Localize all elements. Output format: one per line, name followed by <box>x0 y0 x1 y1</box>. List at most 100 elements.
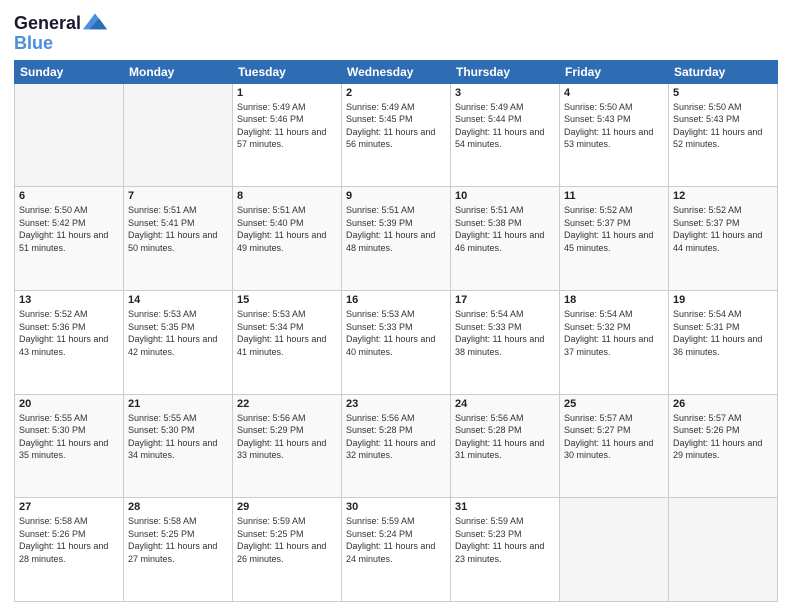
calendar-week: 13 Sunrise: 5:52 AMSunset: 5:36 PMDaylig… <box>15 290 778 394</box>
day-number: 21 <box>128 398 228 410</box>
day-info: Sunrise: 5:53 AMSunset: 5:34 PMDaylight:… <box>237 308 337 358</box>
logo-text: General <box>14 14 81 34</box>
calendar-day: 19 Sunrise: 5:54 AMSunset: 5:31 PMDaylig… <box>669 290 778 394</box>
calendar-day: 23 Sunrise: 5:56 AMSunset: 5:28 PMDaylig… <box>342 394 451 498</box>
day-number: 13 <box>19 294 119 306</box>
calendar-day: 16 Sunrise: 5:53 AMSunset: 5:33 PMDaylig… <box>342 290 451 394</box>
calendar-day: 12 Sunrise: 5:52 AMSunset: 5:37 PMDaylig… <box>669 187 778 291</box>
day-info: Sunrise: 5:53 AMSunset: 5:35 PMDaylight:… <box>128 308 228 358</box>
day-number: 25 <box>564 398 664 410</box>
day-info: Sunrise: 5:56 AMSunset: 5:29 PMDaylight:… <box>237 412 337 462</box>
weekday-header: Sunday <box>15 60 124 83</box>
day-info: Sunrise: 5:53 AMSunset: 5:33 PMDaylight:… <box>346 308 446 358</box>
day-info: Sunrise: 5:49 AMSunset: 5:45 PMDaylight:… <box>346 101 446 151</box>
day-number: 15 <box>237 294 337 306</box>
calendar-day: 26 Sunrise: 5:57 AMSunset: 5:26 PMDaylig… <box>669 394 778 498</box>
day-number: 3 <box>455 87 555 99</box>
calendar-week: 27 Sunrise: 5:58 AMSunset: 5:26 PMDaylig… <box>15 498 778 602</box>
day-info: Sunrise: 5:55 AMSunset: 5:30 PMDaylight:… <box>19 412 119 462</box>
day-info: Sunrise: 5:58 AMSunset: 5:25 PMDaylight:… <box>128 515 228 565</box>
day-info: Sunrise: 5:50 AMSunset: 5:42 PMDaylight:… <box>19 204 119 254</box>
calendar-day: 17 Sunrise: 5:54 AMSunset: 5:33 PMDaylig… <box>451 290 560 394</box>
calendar-day: 27 Sunrise: 5:58 AMSunset: 5:26 PMDaylig… <box>15 498 124 602</box>
calendar-day: 4 Sunrise: 5:50 AMSunset: 5:43 PMDayligh… <box>560 83 669 187</box>
calendar-week: 6 Sunrise: 5:50 AMSunset: 5:42 PMDayligh… <box>15 187 778 291</box>
calendar-header: SundayMondayTuesdayWednesdayThursdayFrid… <box>15 60 778 83</box>
day-info: Sunrise: 5:51 AMSunset: 5:38 PMDaylight:… <box>455 204 555 254</box>
day-number: 9 <box>346 190 446 202</box>
day-info: Sunrise: 5:49 AMSunset: 5:46 PMDaylight:… <box>237 101 337 151</box>
day-number: 28 <box>128 501 228 513</box>
calendar-day: 28 Sunrise: 5:58 AMSunset: 5:25 PMDaylig… <box>124 498 233 602</box>
day-info: Sunrise: 5:59 AMSunset: 5:24 PMDaylight:… <box>346 515 446 565</box>
weekday-header: Friday <box>560 60 669 83</box>
calendar-table: SundayMondayTuesdayWednesdayThursdayFrid… <box>14 60 778 602</box>
day-number: 14 <box>128 294 228 306</box>
logo-blue: Blue <box>14 34 107 54</box>
day-info: Sunrise: 5:56 AMSunset: 5:28 PMDaylight:… <box>346 412 446 462</box>
calendar-day: 8 Sunrise: 5:51 AMSunset: 5:40 PMDayligh… <box>233 187 342 291</box>
header-row: SundayMondayTuesdayWednesdayThursdayFrid… <box>15 60 778 83</box>
logo-icon <box>83 13 107 33</box>
calendar-week: 1 Sunrise: 5:49 AMSunset: 5:46 PMDayligh… <box>15 83 778 187</box>
day-number: 4 <box>564 87 664 99</box>
calendar-body: 1 Sunrise: 5:49 AMSunset: 5:46 PMDayligh… <box>15 83 778 601</box>
day-info: Sunrise: 5:51 AMSunset: 5:41 PMDaylight:… <box>128 204 228 254</box>
day-info: Sunrise: 5:54 AMSunset: 5:33 PMDaylight:… <box>455 308 555 358</box>
day-number: 8 <box>237 190 337 202</box>
calendar-day <box>560 498 669 602</box>
day-number: 11 <box>564 190 664 202</box>
day-number: 22 <box>237 398 337 410</box>
calendar-day: 31 Sunrise: 5:59 AMSunset: 5:23 PMDaylig… <box>451 498 560 602</box>
day-info: Sunrise: 5:50 AMSunset: 5:43 PMDaylight:… <box>564 101 664 151</box>
day-number: 12 <box>673 190 773 202</box>
weekday-header: Saturday <box>669 60 778 83</box>
day-number: 1 <box>237 87 337 99</box>
day-number: 2 <box>346 87 446 99</box>
weekday-header: Tuesday <box>233 60 342 83</box>
calendar-day: 29 Sunrise: 5:59 AMSunset: 5:25 PMDaylig… <box>233 498 342 602</box>
day-info: Sunrise: 5:52 AMSunset: 5:36 PMDaylight:… <box>19 308 119 358</box>
calendar-day: 25 Sunrise: 5:57 AMSunset: 5:27 PMDaylig… <box>560 394 669 498</box>
calendar-day: 1 Sunrise: 5:49 AMSunset: 5:46 PMDayligh… <box>233 83 342 187</box>
day-number: 27 <box>19 501 119 513</box>
day-info: Sunrise: 5:51 AMSunset: 5:39 PMDaylight:… <box>346 204 446 254</box>
calendar-day: 2 Sunrise: 5:49 AMSunset: 5:45 PMDayligh… <box>342 83 451 187</box>
day-number: 18 <box>564 294 664 306</box>
day-info: Sunrise: 5:49 AMSunset: 5:44 PMDaylight:… <box>455 101 555 151</box>
day-number: 30 <box>346 501 446 513</box>
day-number: 26 <box>673 398 773 410</box>
calendar-day <box>15 83 124 187</box>
calendar-container: General Blue SundayMondayTuesdayWednesda… <box>0 0 792 612</box>
calendar-week: 20 Sunrise: 5:55 AMSunset: 5:30 PMDaylig… <box>15 394 778 498</box>
day-number: 6 <box>19 190 119 202</box>
day-info: Sunrise: 5:57 AMSunset: 5:26 PMDaylight:… <box>673 412 773 462</box>
calendar-day: 22 Sunrise: 5:56 AMSunset: 5:29 PMDaylig… <box>233 394 342 498</box>
day-info: Sunrise: 5:57 AMSunset: 5:27 PMDaylight:… <box>564 412 664 462</box>
day-info: Sunrise: 5:54 AMSunset: 5:31 PMDaylight:… <box>673 308 773 358</box>
calendar-day: 3 Sunrise: 5:49 AMSunset: 5:44 PMDayligh… <box>451 83 560 187</box>
day-info: Sunrise: 5:59 AMSunset: 5:23 PMDaylight:… <box>455 515 555 565</box>
weekday-header: Monday <box>124 60 233 83</box>
day-number: 23 <box>346 398 446 410</box>
logo: General Blue <box>14 14 107 54</box>
day-info: Sunrise: 5:50 AMSunset: 5:43 PMDaylight:… <box>673 101 773 151</box>
calendar-day: 15 Sunrise: 5:53 AMSunset: 5:34 PMDaylig… <box>233 290 342 394</box>
calendar-day: 7 Sunrise: 5:51 AMSunset: 5:41 PMDayligh… <box>124 187 233 291</box>
day-info: Sunrise: 5:51 AMSunset: 5:40 PMDaylight:… <box>237 204 337 254</box>
header: General Blue <box>14 10 778 54</box>
calendar-day: 9 Sunrise: 5:51 AMSunset: 5:39 PMDayligh… <box>342 187 451 291</box>
calendar-day: 20 Sunrise: 5:55 AMSunset: 5:30 PMDaylig… <box>15 394 124 498</box>
calendar-day: 30 Sunrise: 5:59 AMSunset: 5:24 PMDaylig… <box>342 498 451 602</box>
day-info: Sunrise: 5:55 AMSunset: 5:30 PMDaylight:… <box>128 412 228 462</box>
calendar-day: 10 Sunrise: 5:51 AMSunset: 5:38 PMDaylig… <box>451 187 560 291</box>
calendar-day: 21 Sunrise: 5:55 AMSunset: 5:30 PMDaylig… <box>124 394 233 498</box>
calendar-day: 18 Sunrise: 5:54 AMSunset: 5:32 PMDaylig… <box>560 290 669 394</box>
day-number: 5 <box>673 87 773 99</box>
calendar-day <box>124 83 233 187</box>
calendar-day <box>669 498 778 602</box>
day-number: 29 <box>237 501 337 513</box>
day-number: 16 <box>346 294 446 306</box>
day-info: Sunrise: 5:56 AMSunset: 5:28 PMDaylight:… <box>455 412 555 462</box>
day-number: 19 <box>673 294 773 306</box>
